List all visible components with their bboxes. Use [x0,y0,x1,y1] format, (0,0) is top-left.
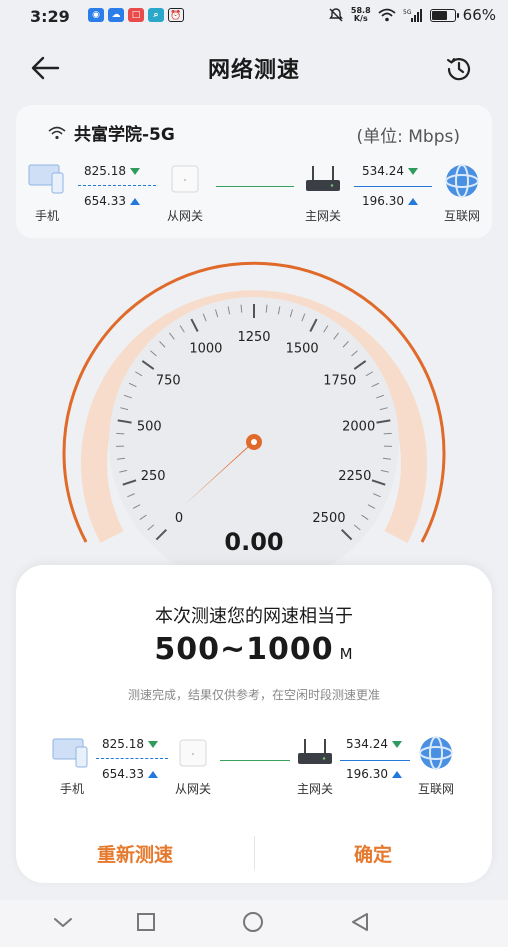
phone-device-icon [52,738,88,768]
alarm-app-icon: ⏰ [168,8,184,22]
gateway-download-speed: 534.24 [362,164,418,178]
phone-download-speed: 825.18 [84,164,140,178]
gauge-tick-label: 2250 [338,469,371,484]
device-label-internet: 互联网 [443,209,480,223]
ssid-row: 共富学院-5G [48,120,175,145]
recents-icon[interactable] [136,912,156,932]
internet-link-line [354,186,432,187]
history-icon [447,58,471,81]
internet-globe-icon [419,736,453,770]
speed-gauge: 0 250 500 750 1000 1250 1500 1750 2000 2250 2500 0… [62,261,446,572]
phone-link-line [78,185,156,186]
upload-arrow-icon [130,197,140,205]
gauge-tick-label: 1250 [237,330,270,345]
status-bar: 3:29 ◉ ☁ □ ⌕ ⏰ 58.8 K/s 5G 66% [0,0,508,34]
gauge-tick-label: 2500 [312,511,345,526]
internet-globe-icon [445,164,479,198]
net-speed-indicator: 58.8 K/s [350,6,371,23]
sub-gateway-icon [179,739,207,767]
gateway-link-line [216,186,294,187]
download-arrow-icon [130,167,140,175]
device-label-sub-gateway: 从网关 [166,209,203,223]
cloud-app-icon: ☁ [108,8,124,22]
search-app-icon: ⌕ [148,8,164,22]
system-nav-bar [0,900,508,947]
download-arrow-icon [148,740,158,748]
gauge-tick-label: 0 [175,511,183,526]
notification-icons: ◉ ☁ □ ⌕ ⏰ [88,8,184,22]
battery-percent: 66% [462,6,496,24]
sub-gateway-icon [171,165,199,193]
result-note: 测速完成，结果仅供参考，在空闲时段测速更准 [127,688,380,702]
history-button[interactable] [442,52,476,86]
upload-arrow-icon [148,770,158,778]
bulb-app-icon: ◉ [88,8,104,22]
gateway-download-speed: 534.24 [346,737,402,751]
status-right: 58.8 K/s 5G 66% [328,6,496,24]
main-gateway-icon [298,739,332,764]
battery-icon [429,8,459,22]
upload-arrow-icon [408,197,418,205]
mute-icon [329,8,343,22]
status-time: 3:29 [30,7,70,26]
phone-link-line [96,758,168,759]
svg-text:5G: 5G [403,9,412,16]
result-range: 500~1000 M [154,632,354,667]
chevron-down-icon[interactable] [52,914,74,930]
gateway-link-line [220,760,290,761]
ok-button[interactable]: 确定 [254,840,492,867]
gateway-upload-speed: 196.30 [346,767,402,781]
retest-button[interactable]: 重新测速 [16,840,254,867]
page-title: 网络测速 [207,58,300,83]
device-label-main-gateway: 主网关 [304,209,341,223]
gauge-tick-label: 1750 [323,374,356,389]
device-label-phone: 手机 [59,782,84,796]
device-label-internet: 互联网 [417,782,454,796]
back-nav-icon[interactable] [350,912,370,932]
phone-upload-speed: 654.33 [102,767,158,781]
main-gateway-icon [306,166,340,191]
gauge-tick-label: 250 [141,469,166,484]
signal-icon: 5G [403,9,422,22]
unit-label: (单位: Mbps) [356,127,460,147]
phone-device-icon [28,164,64,194]
device-label-phone: 手机 [34,209,59,223]
internet-link-line [340,760,410,761]
wifi-icon [378,8,396,22]
gauge-tick-label: 2000 [342,419,375,434]
gauge-tick-label: 750 [156,374,181,389]
gauge-minor-tick [383,432,392,435]
box-app-icon: □ [128,8,144,22]
home-icon[interactable] [242,911,264,933]
phone-download-speed: 825.18 [102,737,158,751]
wifi-icon [48,126,66,139]
gauge-minor-tick [116,432,125,435]
download-arrow-icon [392,740,402,748]
result-headline: 本次测速您的网速相当于 [155,606,353,627]
gauge-tick-label: 500 [137,419,162,434]
download-arrow-icon [408,167,418,175]
phone-upload-speed: 654.33 [84,194,140,208]
upload-arrow-icon [392,770,402,778]
gateway-upload-speed: 196.30 [362,194,418,208]
ssid-name: 共富学院-5G [74,125,175,145]
device-label-main-gateway: 主网关 [296,782,333,796]
gauge-tick-label: 1500 [286,342,319,357]
gauge-tick-label: 1000 [189,342,222,357]
gauge-value: 0.00 [224,528,283,556]
device-label-sub-gateway: 从网关 [174,782,211,796]
